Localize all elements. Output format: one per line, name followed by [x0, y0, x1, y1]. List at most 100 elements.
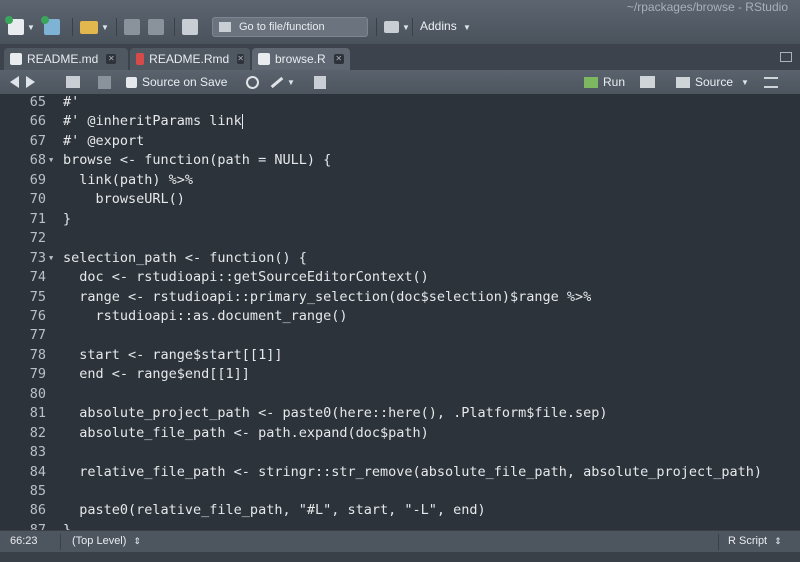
close-icon[interactable]: ✕: [237, 54, 244, 64]
line-number: 80: [29, 385, 46, 402]
chevron-down-icon: ▼: [287, 77, 295, 87]
outline-icon: [764, 76, 778, 88]
line-number: 66: [29, 113, 46, 130]
code-line[interactable]: 81 absolute_project_path <- paste0(here:…: [0, 404, 800, 423]
layout-button[interactable]: ▼: [384, 17, 410, 37]
code-line[interactable]: 77: [0, 326, 800, 345]
toolbar-divider: [174, 18, 175, 36]
code-text: rstudioapi::as.document_range(): [63, 307, 348, 324]
code-line[interactable]: 69 link(path) %>%: [0, 171, 800, 190]
file-type-menu[interactable]: R Script ⇕: [728, 535, 782, 547]
checkbox-icon: [126, 76, 137, 88]
code-line[interactable]: 70 browseURL(): [0, 190, 800, 209]
print-icon: [182, 19, 198, 35]
new-file-button[interactable]: ▼: [5, 16, 35, 37]
source-button[interactable]: Source ▼: [676, 74, 749, 90]
save-all-button[interactable]: [148, 17, 164, 37]
status-bar: 66:23 (Top Level) ⇕ R Script ⇕: [0, 530, 800, 553]
tab-readme-md[interactable]: README.md ✕: [4, 48, 128, 70]
addins-menu[interactable]: Addins ▼: [420, 19, 471, 33]
save-icon: [124, 19, 140, 35]
code-text: absolute_project_path <- paste0(here::he…: [63, 405, 608, 422]
code-line[interactable]: 67 #' @export: [0, 132, 800, 151]
source-on-save-checkbox[interactable]: Source on Save: [126, 74, 227, 90]
goto-arrow-icon: [219, 22, 231, 32]
goto-file-input[interactable]: Go to file/function: [212, 17, 368, 37]
maximize-icon[interactable]: [780, 52, 792, 62]
run-button[interactable]: Run: [584, 74, 625, 90]
line-number: 70: [29, 191, 46, 208]
code-line[interactable]: 71}: [0, 210, 800, 229]
rmd-file-icon: [136, 53, 145, 65]
find-button[interactable]: [246, 74, 259, 90]
rstudio-window: ~/rpackages/browse - RStudio ▼ ▼ Go to f…: [0, 0, 800, 562]
popout-icon: [66, 76, 80, 88]
toolbar-divider: [412, 18, 413, 36]
code-line[interactable]: 66 #' @inheritParams link: [0, 112, 800, 131]
code-text: browse <- function(path = NULL) {: [63, 152, 332, 169]
chevron-down-icon: ▼: [741, 77, 749, 87]
code-line[interactable]: 72: [0, 229, 800, 248]
back-button[interactable]: [10, 74, 19, 90]
save-doc-button[interactable]: [98, 74, 111, 90]
code-line[interactable]: 82 absolute_file_path <- path.expand(doc…: [0, 424, 800, 443]
code-line[interactable]: 76 rstudioapi::as.document_range(): [0, 307, 800, 326]
toolbar-divider: [376, 18, 377, 36]
code-tools-button[interactable]: ▼: [270, 74, 295, 90]
file-type-label: R Script: [728, 535, 768, 547]
code-text: end <- range$end[[1]]: [63, 366, 250, 383]
code-text: relative_file_path <- stringr::str_remov…: [63, 463, 762, 480]
scope-menu[interactable]: (Top Level) ⇕: [72, 535, 141, 547]
open-folder-icon: [80, 20, 98, 34]
code-line[interactable]: 73 ▼ selection_path <- function() {: [0, 249, 800, 268]
code-line[interactable]: 79 end <- range$end[[1]]: [0, 365, 800, 384]
code-text: range <- rstudioapi::primary_selection(d…: [63, 288, 592, 305]
rerun-button[interactable]: [640, 74, 655, 90]
code-line[interactable]: 74 doc <- rstudioapi::getSourceEditorCon…: [0, 268, 800, 287]
code-line[interactable]: 75 range <- rstudioapi::primary_selectio…: [0, 288, 800, 307]
toolbar-divider: [116, 18, 117, 36]
tab-browse-r[interactable]: browse.R ✕: [252, 48, 350, 70]
code-line[interactable]: 80: [0, 385, 800, 404]
new-project-button[interactable]: [41, 16, 60, 37]
arrow-left-icon: [10, 76, 19, 88]
show-in-window-button[interactable]: [66, 74, 80, 90]
code-text: selection_path <- function() {: [63, 249, 307, 266]
code-text: absolute_file_path <- path.expand(doc$pa…: [63, 424, 429, 441]
code-line[interactable]: 84 relative_file_path <- stringr::str_re…: [0, 463, 800, 482]
close-icon[interactable]: ✕: [333, 54, 344, 64]
outline-button[interactable]: [764, 74, 778, 90]
scope-label: (Top Level): [72, 535, 127, 547]
code-line[interactable]: 83: [0, 443, 800, 462]
line-number: 82: [29, 424, 46, 441]
print-button[interactable]: [182, 17, 198, 37]
forward-button[interactable]: [26, 74, 35, 90]
grid-layout-icon: [384, 21, 399, 33]
line-number: 84: [29, 463, 46, 480]
open-file-button[interactable]: ▼: [80, 17, 109, 37]
fold-arrow-icon[interactable]: ▼: [49, 151, 53, 170]
code-line[interactable]: 86 paste0(relative_file_path, "#L", star…: [0, 501, 800, 520]
tab-label: README.Rmd: [149, 52, 230, 66]
code-line[interactable]: 85: [0, 482, 800, 501]
save-button[interactable]: [124, 17, 140, 37]
code-text: link(path) %>%: [63, 171, 194, 188]
r-file-icon: [258, 53, 270, 65]
code-text: #': [63, 94, 80, 110]
fold-arrow-icon[interactable]: ▼: [49, 249, 53, 268]
code-line[interactable]: 68 ▼ browse <- function(path = NULL) {: [0, 151, 800, 170]
chevron-down-icon: ▼: [402, 22, 410, 32]
compile-report-button[interactable]: [314, 74, 326, 90]
code-text: #' @export: [63, 132, 145, 149]
line-number: 71: [29, 210, 46, 227]
status-divider: [718, 534, 719, 550]
code-line[interactable]: 78 start <- range$start[[1]]: [0, 346, 800, 365]
tab-readme-rmd[interactable]: README.Rmd ✕: [130, 48, 250, 70]
line-number: 74: [29, 269, 46, 286]
code-line[interactable]: 65 #': [0, 93, 800, 112]
line-number: 65: [29, 94, 46, 110]
line-number: 68: [29, 152, 46, 169]
close-icon[interactable]: ✕: [106, 54, 117, 64]
status-divider: [60, 534, 61, 550]
code-editor[interactable]: 65 #' 66 #' @inheritParams link 67 #' @export…: [0, 93, 800, 538]
